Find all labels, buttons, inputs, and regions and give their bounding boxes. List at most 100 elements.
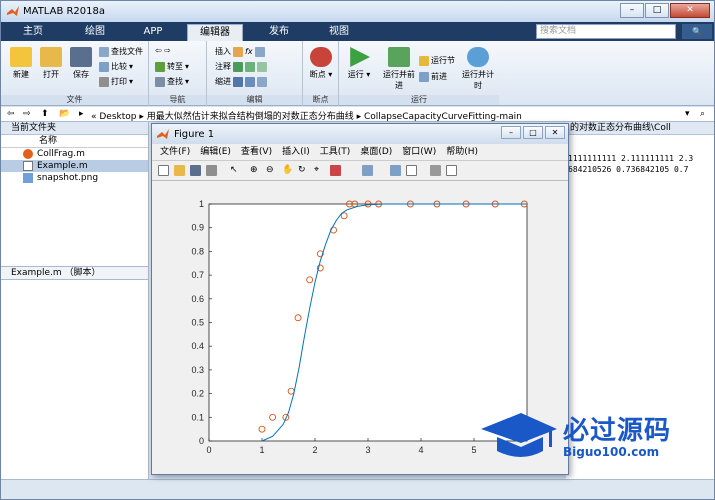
- uncomment-icon: [245, 61, 255, 72]
- comment-icon: [233, 61, 243, 72]
- find-files-button[interactable]: 查找文件: [99, 46, 143, 57]
- x-tick-label: 5: [471, 445, 476, 455]
- folder-icon: [40, 47, 62, 67]
- indent-icon: [233, 76, 243, 87]
- matlab-logo-icon: [7, 6, 19, 16]
- figure-toolbar: ↖ ⊕ ⊖ ✋ ↻ ⌖: [152, 161, 568, 181]
- insert-icon: [233, 46, 243, 57]
- address-dropdown-icon[interactable]: ▾: [685, 109, 690, 119]
- wrap-comment-icon: [257, 61, 267, 72]
- save-button[interactable]: 保存: [67, 47, 95, 80]
- colorbar-icon[interactable]: [390, 165, 401, 176]
- forward-icon[interactable]: ⇨: [23, 109, 31, 119]
- brush-icon[interactable]: [330, 165, 341, 176]
- figure-close-button[interactable]: ✕: [545, 126, 565, 139]
- address-search-icon[interactable]: ⌕: [700, 109, 705, 119]
- find-button[interactable]: 查找 ▾: [155, 76, 189, 87]
- open-button[interactable]: 打开: [37, 47, 65, 80]
- image-icon: [23, 173, 33, 183]
- y-tick-label: 1: [199, 199, 204, 209]
- insert-button[interactable]: 插入 fx: [215, 46, 265, 57]
- new-figure-icon[interactable]: [158, 165, 169, 176]
- y-tick-label: 0: [199, 436, 204, 446]
- run-advance-button[interactable]: 运行并前进: [381, 47, 417, 91]
- print-icon: [99, 76, 109, 87]
- menu-desktop[interactable]: 桌面(D): [360, 144, 392, 160]
- zoom-in-icon[interactable]: ⊕: [250, 165, 261, 176]
- decrease-indent-icon: [257, 76, 267, 87]
- print-figure-icon[interactable]: [206, 165, 217, 176]
- indent-button[interactable]: 缩进: [215, 76, 267, 87]
- list-item[interactable]: snapshot.png: [1, 172, 148, 184]
- status-bar: [1, 479, 714, 499]
- back-icon[interactable]: ⇦: [7, 109, 15, 119]
- run-group-label: 运行: [339, 95, 499, 105]
- name-column-header[interactable]: 名称: [1, 135, 148, 148]
- find-files-icon: [99, 46, 109, 57]
- script-icon: [23, 161, 33, 171]
- menu-tools[interactable]: 工具(T): [320, 144, 351, 160]
- maximize-button[interactable]: □: [645, 3, 669, 18]
- run-advance-icon: [388, 47, 410, 67]
- tab-apps[interactable]: APP: [131, 24, 175, 41]
- figure-maximize-button[interactable]: □: [523, 126, 543, 139]
- compare-icon: [99, 61, 109, 72]
- search-input[interactable]: 搜索文档: [536, 24, 676, 39]
- browse-folder-icon[interactable]: 📂: [59, 109, 70, 119]
- current-folder-panel: 当前文件夹 名称 CollFrag.m Example.m snapshot.p…: [1, 122, 149, 479]
- details-bar: Example.m （脚本）: [1, 266, 148, 280]
- goto-button[interactable]: 转至 ▾: [155, 61, 189, 72]
- list-item[interactable]: CollFrag.m: [1, 148, 148, 160]
- ribbon: 新建 打开 保存 查找文件 比较 ▾ 打印 ▾ 文件 ⇦ ⇨ 转至 ▾ 查找 ▾…: [1, 41, 714, 106]
- legend-icon[interactable]: [406, 165, 417, 176]
- tab-publish[interactable]: 发布: [255, 24, 303, 41]
- menu-file[interactable]: 文件(F): [160, 144, 190, 160]
- data-cursor-icon[interactable]: ⌖: [314, 165, 325, 176]
- insert-section-icon: [254, 46, 265, 57]
- find-icon: [155, 76, 165, 87]
- back-forward-button[interactable]: ⇦ ⇨: [155, 46, 171, 55]
- run-section-button[interactable]: 运行节: [419, 55, 455, 66]
- breakpoints-button[interactable]: 断点 ▾: [307, 47, 335, 80]
- hide-plot-tools-icon[interactable]: [430, 165, 441, 176]
- edit-group-label: 编辑: [207, 95, 302, 105]
- y-tick-label: 0.5: [191, 318, 204, 328]
- menu-view[interactable]: 查看(V): [241, 144, 272, 160]
- open-file-icon[interactable]: [174, 165, 185, 176]
- tab-home[interactable]: 主页: [9, 24, 57, 41]
- new-button[interactable]: 新建: [7, 47, 35, 80]
- advance-button[interactable]: 前进: [419, 71, 447, 82]
- pointer-icon[interactable]: ↖: [230, 165, 241, 176]
- figure-minimize-button[interactable]: –: [501, 126, 521, 139]
- tab-view[interactable]: 视图: [315, 24, 363, 41]
- address-bar: ⇦ ⇨ ⬆ 📂 ▸ « Desktop ▸ 用最大似然估计来拟合结构倒塌的对数正…: [1, 107, 714, 122]
- y-tick-label: 0.2: [191, 389, 204, 399]
- tab-plots[interactable]: 绘图: [71, 24, 119, 41]
- compare-button[interactable]: 比较 ▾: [99, 61, 133, 72]
- address-path[interactable]: « Desktop ▸ 用最大似然估计来拟合结构倒塌的对数正态分布曲线 ▸ Co…: [91, 109, 522, 122]
- edit-group: 插入 fx 注释 缩进 编辑: [207, 41, 303, 106]
- menu-window[interactable]: 窗口(W): [402, 144, 436, 160]
- menu-insert[interactable]: 插入(I): [282, 144, 310, 160]
- list-item[interactable]: Example.m: [1, 160, 148, 172]
- run-button[interactable]: 运行 ▾: [345, 47, 373, 80]
- link-plot-icon[interactable]: [362, 165, 373, 176]
- run-time-button[interactable]: 运行并计时: [461, 47, 495, 91]
- fx-icon: fx: [245, 47, 253, 56]
- print-button[interactable]: 打印 ▾: [99, 76, 133, 87]
- y-tick-label: 0.3: [191, 365, 204, 375]
- minimize-button[interactable]: –: [620, 3, 644, 18]
- rotate-icon[interactable]: ↻: [298, 165, 309, 176]
- zoom-out-icon[interactable]: ⊖: [266, 165, 277, 176]
- pan-icon[interactable]: ✋: [282, 165, 293, 176]
- menu-edit[interactable]: 编辑(E): [200, 144, 231, 160]
- show-plot-tools-icon[interactable]: [446, 165, 457, 176]
- save-figure-icon[interactable]: [190, 165, 201, 176]
- search-icon[interactable]: 🔍: [682, 24, 712, 39]
- close-button[interactable]: ✕: [670, 3, 710, 18]
- up-folder-icon[interactable]: ⬆: [41, 109, 49, 119]
- comment-button[interactable]: 注释: [215, 61, 267, 72]
- new-icon: [10, 47, 32, 67]
- tab-editor[interactable]: 编辑器: [187, 24, 243, 41]
- menu-help[interactable]: 帮助(H): [446, 144, 478, 160]
